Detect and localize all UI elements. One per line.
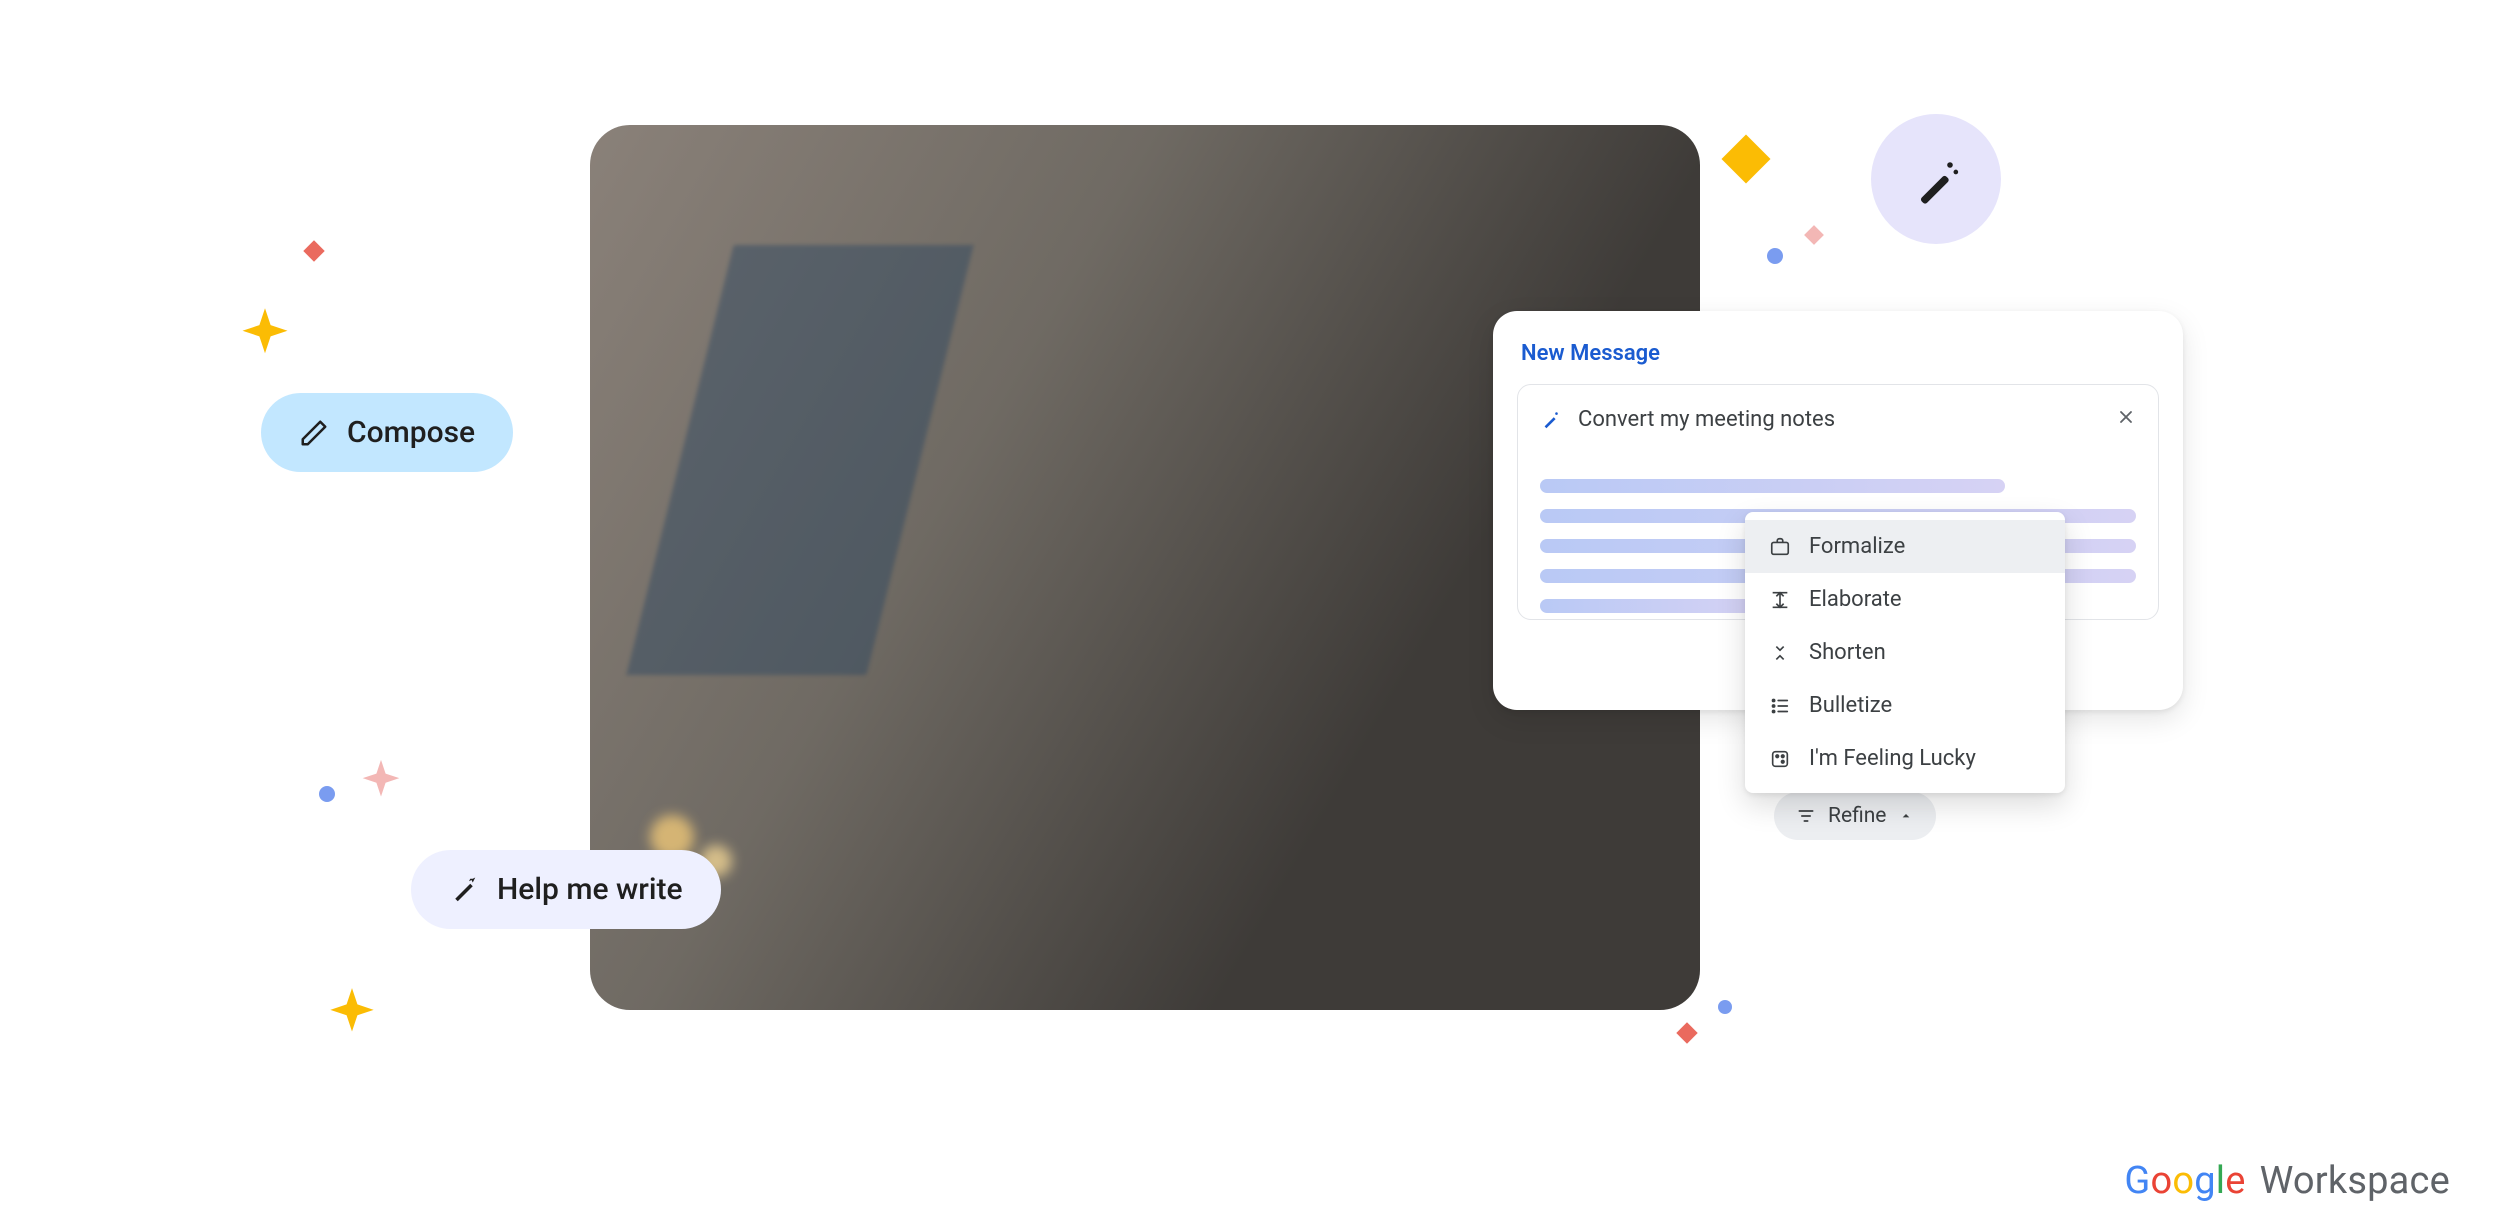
briefcase-icon <box>1769 536 1791 558</box>
sparkle-icon <box>326 986 378 1038</box>
compose-label: Compose <box>347 415 475 450</box>
placeholder-line <box>1540 599 1766 613</box>
menu-label: Elaborate <box>1809 587 1902 612</box>
dot-icon <box>1718 1000 1732 1014</box>
refine-option-bulletize[interactable]: Bulletize <box>1745 679 2065 732</box>
refine-option-elaborate[interactable]: Elaborate <box>1745 573 2065 626</box>
new-message-title: New Message <box>1521 341 2155 366</box>
dot-icon <box>1767 248 1783 264</box>
sparkle-icon <box>238 306 292 360</box>
magic-wand-icon <box>449 875 479 905</box>
google-wordmark: Google <box>2124 1159 2245 1203</box>
workspace-wordmark: Workspace <box>2260 1159 2450 1203</box>
prompt-text: Convert my meeting notes <box>1578 407 2120 432</box>
magic-wand-badge <box>1871 114 2001 244</box>
chevron-up-icon <box>1898 808 1914 824</box>
diamond-icon <box>1674 1020 1700 1046</box>
menu-label: Bulletize <box>1809 693 1892 718</box>
help-me-write-button[interactable]: Help me write <box>411 850 721 929</box>
menu-label: I'm Feeling Lucky <box>1809 746 1976 771</box>
refine-button[interactable]: Refine <box>1774 792 1936 840</box>
compose-button[interactable]: Compose <box>261 393 513 472</box>
placeholder-line <box>1540 479 2005 493</box>
expand-vertical-icon <box>1769 589 1791 611</box>
dice-icon <box>1769 748 1791 770</box>
refine-option-shorten[interactable]: Shorten <box>1745 626 2065 679</box>
refine-label: Refine <box>1828 804 1886 828</box>
close-button[interactable] <box>2112 403 2140 431</box>
pencil-icon <box>299 418 329 448</box>
magic-wand-icon <box>1908 151 1964 207</box>
filter-icon <box>1796 806 1816 826</box>
refine-menu: Formalize Elaborate Shorten Bulletize I'… <box>1745 512 2065 793</box>
refine-option-lucky[interactable]: I'm Feeling Lucky <box>1745 732 2065 785</box>
close-icon <box>2116 407 2136 427</box>
collapse-vertical-icon <box>1769 642 1791 664</box>
diamond-icon <box>301 238 327 264</box>
google-workspace-logo: Google Workspace <box>2124 1159 2450 1203</box>
diamond-icon <box>1802 223 1826 247</box>
menu-label: Formalize <box>1809 534 1905 559</box>
magic-wand-icon <box>1540 409 1562 431</box>
bullet-list-icon <box>1769 695 1791 717</box>
menu-label: Shorten <box>1809 640 1886 665</box>
sparkle-icon <box>359 758 403 802</box>
diamond-icon <box>1720 133 1772 185</box>
help-me-write-label: Help me write <box>497 872 683 907</box>
refine-option-formalize[interactable]: Formalize <box>1745 520 2065 573</box>
dot-icon <box>319 786 335 802</box>
